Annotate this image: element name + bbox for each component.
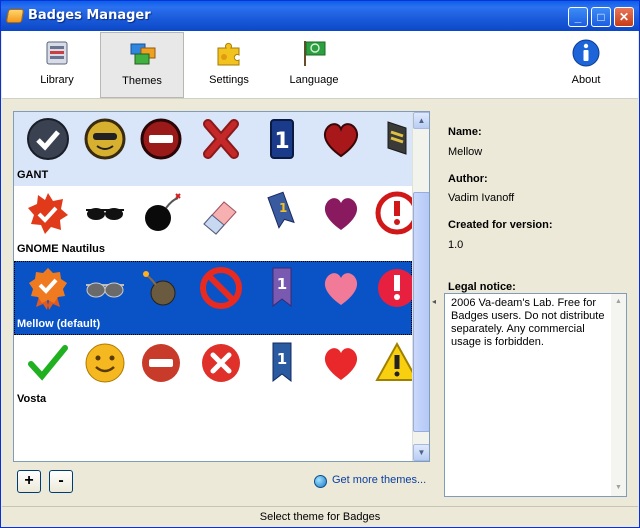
remove-theme-button[interactable]: - <box>49 470 73 493</box>
no-entry-badge-icon <box>200 267 242 309</box>
theme-name: GNOME Nautilus <box>17 243 106 255</box>
title-bar[interactable]: Badges Manager _ □ ✕ <box>1 1 639 31</box>
x-badge-icon <box>202 344 240 382</box>
language-flag-icon <box>304 41 326 66</box>
theme-info-panel: Name: Mellow Author: Vadim Ivanoff Creat… <box>442 106 633 502</box>
toolbar-about-label: About <box>571 74 601 86</box>
status-text: Select theme for Badges <box>259 511 381 523</box>
ribbon-one-badge-icon: 1 <box>272 267 292 308</box>
svg-text:1: 1 <box>277 350 287 368</box>
bomb-badge-icon <box>145 193 181 231</box>
heart-badge-icon <box>324 273 358 305</box>
theme-name: GANT <box>17 169 49 181</box>
main-toolbar: Library Themes Settings Language About <box>2 31 638 99</box>
watermark-url: www.softpedia.com <box>264 427 342 437</box>
eraser-badge-icon <box>203 201 237 235</box>
sunglasses-badge-icon <box>86 208 124 220</box>
heart-badge-icon <box>324 348 358 380</box>
scroll-thumb[interactable] <box>413 192 429 432</box>
award-check-badge-icon <box>29 268 67 310</box>
toolbar-library-label: Library <box>40 74 74 86</box>
heart-badge-icon <box>323 123 359 158</box>
toolbar-library-button[interactable]: Library <box>15 32 99 98</box>
legal-scrollbar[interactable]: ▲ ▼ <box>611 294 626 496</box>
heart-badge-icon <box>324 198 358 230</box>
scroll-down-button[interactable]: ▼ <box>413 444 429 461</box>
legal-scroll-down-button[interactable]: ▼ <box>611 480 626 495</box>
author-label: Author: <box>448 173 488 185</box>
scroll-up-button[interactable]: ▲ <box>413 112 429 129</box>
gallery-scrollbar[interactable]: ▲ ▼ <box>412 112 429 461</box>
x-badge-icon <box>203 119 239 159</box>
svg-text:1: 1 <box>274 129 289 154</box>
toolbar-settings-label: Settings <box>209 74 249 86</box>
watermark-text: SOFTPEDIA <box>244 395 350 414</box>
add-theme-button[interactable]: + <box>17 470 41 493</box>
theme-list: 1 GANT 1 GNOME Nautilus 1 Mellow (defaul… <box>14 112 419 461</box>
theme-name: Mellow (default) <box>17 318 101 330</box>
library-icon <box>46 41 68 65</box>
globe-icon <box>314 475 327 488</box>
ribbon-one-badge-icon: 1 <box>272 342 292 383</box>
info-icon <box>572 39 600 67</box>
toolbar-themes-button[interactable]: Themes <box>100 32 184 98</box>
name-label: Name: <box>448 126 482 138</box>
theme-gallery[interactable]: 1 GANT 1 GNOME Nautilus 1 Mellow (defaul… <box>13 111 430 462</box>
legal-scroll-up-button[interactable]: ▲ <box>611 294 626 309</box>
theme-row-gnome-nautilus[interactable]: 1 GNOME Nautilus <box>14 186 419 260</box>
author-value: Vadim Ivanoff <box>448 192 515 204</box>
theme-row-vosta[interactable]: 1 Vosta <box>14 336 419 410</box>
svg-text:1: 1 <box>279 201 287 215</box>
minimize-button[interactable]: _ <box>568 7 588 27</box>
legal-notice-box[interactable]: 2006 Va-deam's Lab. Free for Badges user… <box>444 293 627 497</box>
legal-notice-label: Legal notice: <box>448 281 516 293</box>
created-for-version-label: Created for version: <box>448 219 553 231</box>
maximize-button[interactable]: □ <box>591 7 611 27</box>
smiley-sunglasses-badge-icon <box>84 118 126 160</box>
star-check-badge-icon <box>28 193 68 234</box>
badges-manager-window: Badges Manager _ □ ✕ Library Themes Sett… <box>0 0 640 528</box>
name-value: Mellow <box>448 146 483 158</box>
sunglasses-badge-icon <box>86 282 124 298</box>
splitter-arrow-icon[interactable]: ◂ <box>432 297 438 306</box>
close-button[interactable]: ✕ <box>614 7 634 27</box>
themes-icon <box>130 43 156 65</box>
check-badge-icon <box>27 118 69 160</box>
minus-badge-icon <box>140 118 182 160</box>
theme-row-gant[interactable]: 1 GANT <box>14 112 412 186</box>
theme-name: Vosta <box>17 393 47 405</box>
settings-icon <box>217 42 240 66</box>
app-badge-icon <box>5 9 25 23</box>
toolbar-settings-button[interactable]: Settings <box>187 32 271 98</box>
created-for-version-value: 1.0 <box>448 239 464 251</box>
status-bar: Select theme for Badges <box>2 506 638 527</box>
get-more-themes-label: Get more themes... <box>332 474 427 486</box>
toolbar-about-button[interactable]: About <box>544 32 628 98</box>
ribbon-one-badge-icon: 1 <box>267 191 295 229</box>
toolbar-language-label: Language <box>289 74 339 86</box>
theme-row-mellow[interactable]: 1 Mellow (default) <box>14 261 416 335</box>
check-badge-icon <box>28 345 68 381</box>
smiley-badge-icon <box>85 343 125 383</box>
bomb-badge-icon <box>143 271 176 306</box>
number-one-badge-icon: 1 <box>270 119 294 159</box>
svg-text:1: 1 <box>277 275 287 293</box>
legal-notice-text: 2006 Va-deam's Lab. Free for Badges user… <box>451 297 605 348</box>
window-title: Badges Manager <box>28 8 151 23</box>
toolbar-themes-label: Themes <box>122 75 162 87</box>
toolbar-language-button[interactable]: Language <box>272 32 356 98</box>
minus-badge-icon <box>142 344 180 382</box>
